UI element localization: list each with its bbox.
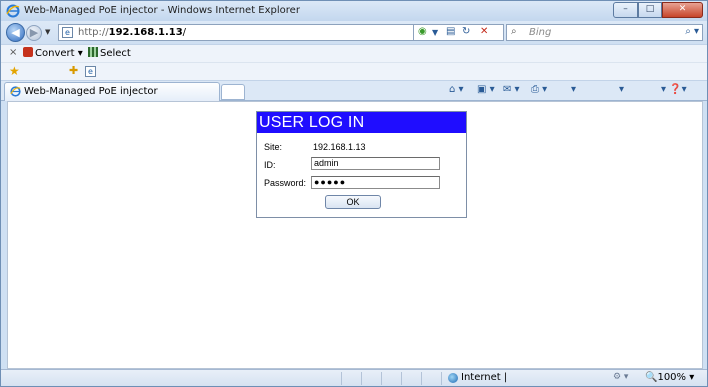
status-divider (381, 372, 382, 385)
ie-icon (6, 4, 20, 18)
stop-icon[interactable]: ✕ (480, 26, 488, 37)
convert-button[interactable]: Convert ▾ (23, 47, 83, 59)
page-view-icon[interactable]: ▤ (446, 26, 455, 37)
command-toolbar: × Convert ▾ Select (1, 44, 707, 62)
zoom-icon: 🔍 (645, 372, 658, 383)
ok-button[interactable]: OK (325, 195, 381, 209)
close-button[interactable]: ✕ (662, 2, 703, 18)
ie-icon (10, 86, 21, 97)
convert-icon (23, 47, 33, 57)
address-row: ◀ ▶ ▼ e http://192.168.1.13/ ◉ ▼ ▤ ↻ ✕ ⌕… (1, 21, 707, 44)
forward-icon[interactable]: ▶ (26, 25, 42, 41)
tools-menu-dropdown-icon[interactable]: ▾ (619, 84, 624, 95)
select-button[interactable]: Select (88, 47, 131, 59)
page-content: USER LOG IN Site: 192.168.1.13 ID: admin… (7, 101, 703, 369)
security-zone[interactable]: Internet | (461, 372, 507, 383)
window-title: Web-Managed PoE injector - Windows Inter… (24, 5, 300, 16)
status-bar: Internet | ⚙ ▾ 🔍100% ▾ (1, 369, 707, 386)
login-panel: USER LOG IN Site: 192.168.1.13 ID: admin… (256, 111, 467, 218)
dropdown-icon[interactable]: ▼ (432, 28, 438, 37)
minimize-button[interactable]: – (613, 2, 638, 18)
search-icon: ⌕ (511, 26, 517, 37)
status-divider (361, 372, 362, 385)
page-menu-dropdown-icon[interactable]: ▾ (571, 84, 576, 95)
maximize-button[interactable]: □ (638, 2, 662, 18)
search-box[interactable]: ⌕ Bing ⌕ ▾ (506, 24, 703, 41)
print-icon[interactable]: ⎙ ▾ (531, 84, 547, 95)
search-go-icon[interactable]: ⌕ ▾ (685, 26, 699, 37)
status-divider (441, 372, 442, 385)
compatibility-icon[interactable]: ◉ (418, 26, 427, 37)
tab-title: Web-Managed PoE injector (24, 86, 158, 97)
id-label: ID: (264, 160, 276, 170)
password-label: Password: (264, 178, 307, 188)
status-divider (401, 372, 402, 385)
tab-poe-injector[interactable]: Web-Managed PoE injector (4, 82, 220, 101)
address-url[interactable]: http://192.168.1.13/ (78, 27, 186, 38)
id-input[interactable]: admin (311, 157, 440, 170)
browser-window: Web-Managed PoE injector - Windows Inter… (0, 0, 708, 387)
login-header: USER LOG IN (257, 112, 466, 133)
zoom-control[interactable]: 🔍100% ▾ (645, 372, 694, 383)
tab-row: Web-Managed PoE injector ⌂ ▾ ▣ ▾ ✉ ▾ ⎙ ▾… (1, 80, 707, 101)
protected-mode-icon[interactable]: ⚙ ▾ (613, 372, 628, 382)
select-icon (88, 47, 98, 57)
globe-icon (448, 373, 458, 383)
status-divider (421, 372, 422, 385)
history-dropdown-icon[interactable]: ▼ (45, 28, 50, 36)
address-tools: ◉ ▼ ▤ ↻ ✕ (414, 24, 504, 41)
suggested-sites-icon[interactable]: e (85, 66, 96, 77)
site-label: Site: (264, 142, 283, 152)
status-divider (341, 372, 342, 385)
help-icon[interactable]: ▾ ❓▾ (661, 84, 687, 95)
password-input[interactable]: ●●●●● (311, 176, 440, 189)
refresh-icon[interactable]: ↻ (462, 26, 470, 37)
mail-icon[interactable]: ✉ ▾ (503, 84, 520, 95)
toolbar-close-icon[interactable]: × (9, 47, 17, 58)
page-icon: e (62, 27, 73, 38)
home-icon[interactable]: ⌂ ▾ (449, 84, 464, 95)
favorites-bar: ★ ✚ e (1, 62, 707, 80)
feeds-icon[interactable]: ▣ ▾ (477, 84, 495, 95)
search-placeholder: Bing (529, 27, 552, 38)
title-bar: Web-Managed PoE injector - Windows Inter… (1, 1, 707, 21)
new-tab-button[interactable] (221, 84, 245, 100)
favorites-star-icon[interactable]: ★ (9, 64, 20, 78)
address-bar[interactable]: e http://192.168.1.13/ (58, 24, 414, 41)
site-value: 192.168.1.13 (313, 142, 366, 152)
add-favorites-icon[interactable]: ✚ (69, 64, 78, 77)
back-icon[interactable]: ◀ (6, 23, 25, 42)
